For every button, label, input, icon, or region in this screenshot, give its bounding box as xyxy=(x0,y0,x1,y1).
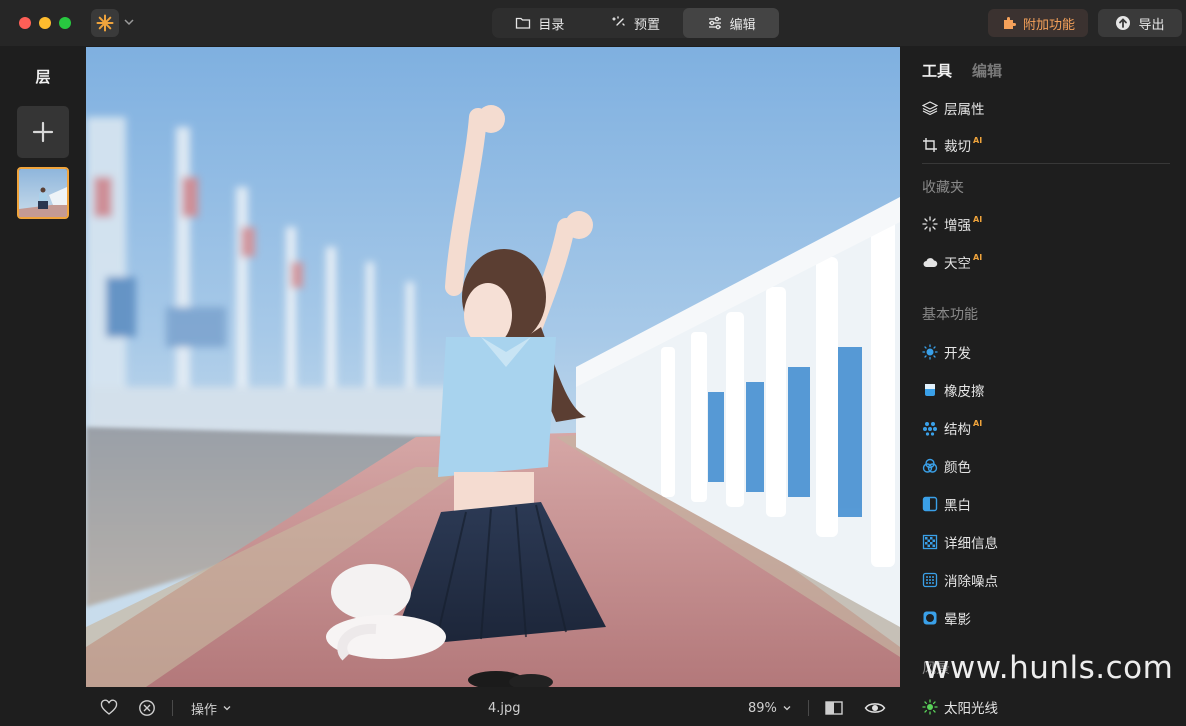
tool-label: 太阳光线 xyxy=(944,701,998,717)
title-bar: 目录 预置 编辑 附加功能 导出 xyxy=(0,0,1186,46)
watermark-text: www.hunls.com xyxy=(924,650,1174,686)
photo-canvas[interactable] xyxy=(86,47,900,687)
bottom-bar: 操作 4.jpg 89% xyxy=(86,690,900,726)
tool-black-white[interactable]: 黑白 xyxy=(922,493,971,515)
mode-switcher: 目录 预置 编辑 xyxy=(492,8,780,38)
magic-wand-icon xyxy=(612,16,625,26)
folder-icon xyxy=(516,17,531,29)
upload-icon xyxy=(1116,16,1131,30)
sun-icon xyxy=(922,344,938,360)
tool-develop[interactable]: 开发 xyxy=(922,341,971,363)
toolbar-divider xyxy=(172,700,173,716)
color-icon xyxy=(922,458,938,473)
tool-label: 详细信息 xyxy=(944,536,998,552)
file-name: 4.jpg xyxy=(488,700,521,716)
puzzle-icon xyxy=(1003,17,1016,29)
tab-edits[interactable]: 编辑 xyxy=(972,60,1002,81)
addons-button[interactable]: 附加功能 xyxy=(988,9,1088,37)
favorite-button[interactable] xyxy=(100,690,118,726)
tool-label: 颜色 xyxy=(944,460,971,476)
toolbar-divider xyxy=(808,700,809,716)
black-white-icon xyxy=(922,496,938,512)
layer-thumbnail[interactable] xyxy=(17,167,69,219)
tool-label: 结构 xyxy=(944,422,971,438)
panel-divider xyxy=(922,163,1170,164)
ai-badge: AI xyxy=(973,136,983,145)
reject-button[interactable] xyxy=(138,690,156,726)
tool-label: 消除噪点 xyxy=(944,574,998,590)
photo-image xyxy=(86,47,900,687)
tool-enhance[interactable]: 增强 AI xyxy=(922,213,982,235)
tool-label: 晕影 xyxy=(944,612,971,628)
tool-denoise[interactable]: 消除噪点 xyxy=(922,569,998,591)
tab-tools[interactable]: 工具 xyxy=(922,60,952,81)
heart-icon xyxy=(100,699,118,715)
details-icon xyxy=(922,534,938,550)
sliders-icon xyxy=(708,16,721,30)
plus-icon xyxy=(32,121,54,143)
tool-color[interactable]: 颜色 xyxy=(922,455,971,477)
zoom-dropdown[interactable]: 89% xyxy=(748,690,792,726)
zoom-window-button[interactable] xyxy=(59,17,71,29)
close-circle-icon xyxy=(139,700,155,716)
tab-edit-label: 编辑 xyxy=(729,17,756,33)
tool-details[interactable]: 详细信息 xyxy=(922,531,998,553)
tab-presets-label: 预置 xyxy=(634,17,661,33)
compare-button[interactable] xyxy=(824,690,844,726)
layers-icon xyxy=(922,101,938,116)
sun-rays-icon xyxy=(922,699,938,715)
actions-dropdown[interactable]: 操作 xyxy=(191,690,232,726)
export-button[interactable]: 导出 xyxy=(1098,9,1182,37)
layer-thumbnail-image xyxy=(19,169,67,217)
chevron-down-icon xyxy=(783,706,791,711)
vignette-icon xyxy=(923,611,937,625)
basic-section-title: 基本功能 xyxy=(922,307,978,323)
chevron-down-icon[interactable] xyxy=(122,15,136,29)
tool-sky[interactable]: 天空 AI xyxy=(922,251,982,273)
structure-icon xyxy=(923,422,937,436)
crop-icon xyxy=(923,138,937,152)
tool-label: 裁切 xyxy=(944,139,971,155)
ai-badge: AI xyxy=(973,215,983,224)
tab-edit[interactable]: 编辑 xyxy=(683,8,780,38)
app-logo-button[interactable] xyxy=(91,9,119,37)
eraser-icon xyxy=(925,384,935,396)
tool-label: 增强 xyxy=(944,218,971,234)
addons-label: 附加功能 xyxy=(1022,17,1075,33)
tool-vignette[interactable]: 晕影 xyxy=(922,607,971,629)
minimize-window-button[interactable] xyxy=(39,17,51,29)
zoom-level: 89% xyxy=(748,700,777,716)
tool-label: 黑白 xyxy=(944,498,971,514)
tool-sun-rays[interactable]: 太阳光线 xyxy=(922,696,998,718)
actions-label: 操作 xyxy=(191,702,218,718)
export-label: 导出 xyxy=(1138,17,1165,33)
tab-catalog[interactable]: 目录 xyxy=(492,8,588,38)
panel-tabs: 工具 编辑 xyxy=(922,60,1002,81)
tool-label: 开发 xyxy=(944,346,971,362)
tool-structure[interactable]: 结构 AI xyxy=(922,417,982,439)
close-window-button[interactable] xyxy=(19,17,31,29)
layers-title: 层 xyxy=(35,68,51,86)
chevron-down-icon xyxy=(223,706,231,711)
sparkle-icon xyxy=(922,216,938,232)
tool-layer-properties[interactable]: 层属性 xyxy=(922,97,985,119)
tool-crop[interactable]: 裁切 AI xyxy=(922,134,982,156)
tab-catalog-label: 目录 xyxy=(538,17,565,33)
add-layer-button[interactable] xyxy=(17,106,69,158)
preview-toggle[interactable] xyxy=(864,690,886,726)
ai-badge: AI xyxy=(973,253,983,262)
tool-eraser[interactable]: 橡皮擦 xyxy=(922,379,985,401)
tool-label: 天空 xyxy=(944,256,971,272)
favorites-section-title: 收藏夹 xyxy=(922,180,964,196)
split-view-icon xyxy=(825,701,843,715)
denoise-icon xyxy=(922,572,938,588)
tab-presets[interactable]: 预置 xyxy=(588,8,684,38)
cloud-icon xyxy=(923,258,938,267)
ai-badge: AI xyxy=(973,419,983,428)
tool-label: 层属性 xyxy=(944,102,985,118)
eye-icon xyxy=(864,703,886,713)
luminar-logo-icon xyxy=(96,14,114,32)
tool-label: 橡皮擦 xyxy=(944,384,985,400)
